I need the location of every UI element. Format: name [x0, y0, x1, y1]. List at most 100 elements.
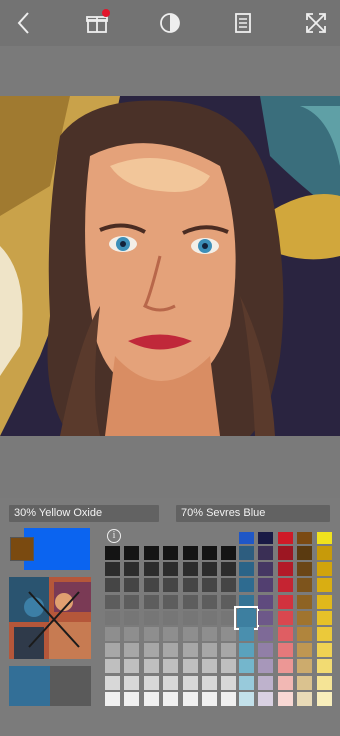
hue-swatch[interactable] [258, 562, 274, 577]
hue-swatch[interactable] [297, 546, 313, 560]
hue-swatch[interactable] [239, 675, 254, 690]
grayscale-swatch[interactable] [124, 643, 140, 658]
hue-swatch[interactable] [297, 627, 313, 641]
grayscale-swatch[interactable] [124, 659, 140, 674]
mix-swatches[interactable] [9, 528, 91, 570]
grayscale-swatch[interactable] [143, 594, 159, 609]
grayscale-swatch[interactable] [202, 562, 217, 577]
hue-swatch[interactable] [258, 659, 274, 674]
contrast-button[interactable] [154, 7, 186, 39]
hue-swatch[interactable] [297, 610, 313, 625]
grayscale-swatch[interactable] [182, 594, 198, 609]
grayscale-swatch[interactable] [182, 643, 198, 658]
hue-swatch[interactable] [277, 578, 293, 593]
grayscale-swatch[interactable] [163, 659, 179, 674]
grayscale-swatch[interactable] [105, 610, 120, 625]
grayscale-swatch[interactable] [124, 578, 140, 593]
grayscale-swatch[interactable] [202, 691, 217, 706]
grayscale-swatch[interactable] [163, 546, 179, 560]
hue-swatch[interactable] [277, 659, 293, 674]
hue-swatch[interactable] [258, 691, 274, 706]
hue-header-swatch[interactable] [316, 532, 332, 544]
grayscale-swatch[interactable] [105, 562, 120, 577]
grayscale-swatch[interactable] [124, 675, 140, 690]
grayscale-swatch[interactable] [143, 659, 159, 674]
hue-swatch[interactable] [239, 578, 254, 593]
selected-swatch[interactable] [234, 605, 259, 630]
grayscale-swatch[interactable] [182, 675, 198, 690]
grayscale-swatch[interactable] [163, 627, 179, 641]
hue-swatch[interactable] [239, 562, 254, 577]
grayscale-swatch[interactable] [124, 627, 140, 641]
hue-swatch[interactable] [277, 594, 293, 609]
grayscale-swatch[interactable] [105, 578, 120, 593]
grayscale-swatch[interactable] [202, 610, 217, 625]
hue-header-swatch[interactable] [277, 532, 293, 544]
grayscale-swatch[interactable] [202, 627, 217, 641]
grayscale-swatch[interactable] [163, 578, 179, 593]
grayscale-swatch[interactable] [221, 594, 237, 609]
hue-swatch[interactable] [239, 627, 254, 641]
grayscale-swatch[interactable] [124, 546, 140, 560]
hue-swatch[interactable] [277, 643, 293, 658]
hue-swatch[interactable] [297, 659, 313, 674]
grayscale-swatch[interactable] [105, 546, 120, 560]
grayscale-swatch[interactable] [105, 594, 120, 609]
grayscale-swatch[interactable] [105, 627, 120, 641]
grayscale-swatch[interactable] [163, 691, 179, 706]
grayscale-swatch[interactable] [163, 643, 179, 658]
grayscale-swatch[interactable] [163, 562, 179, 577]
hue-swatch[interactable] [297, 594, 313, 609]
hue-swatch[interactable] [277, 562, 293, 577]
grayscale-swatch[interactable] [221, 578, 237, 593]
hue-swatch[interactable] [258, 578, 274, 593]
hue-swatch[interactable] [239, 659, 254, 674]
grayscale-swatch[interactable] [124, 610, 140, 625]
grayscale-swatch[interactable] [182, 659, 198, 674]
grayscale-swatch[interactable] [221, 659, 237, 674]
grayscale-swatch[interactable] [182, 627, 198, 641]
hue-swatch[interactable] [258, 675, 274, 690]
grayscale-swatch[interactable] [143, 578, 159, 593]
grayscale-swatch[interactable] [143, 546, 159, 560]
grayscale-swatch[interactable] [163, 675, 179, 690]
grayscale-swatch[interactable] [221, 562, 237, 577]
grayscale-swatch[interactable] [182, 691, 198, 706]
grayscale-swatch[interactable] [221, 643, 237, 658]
grayscale-swatch[interactable] [221, 546, 237, 560]
gift-button[interactable] [81, 7, 113, 39]
grayscale-swatch[interactable] [124, 691, 140, 706]
grayscale-swatch[interactable] [202, 675, 217, 690]
expand-button[interactable] [300, 7, 332, 39]
hue-swatch[interactable] [258, 594, 274, 609]
grayscale-swatch[interactable] [143, 562, 159, 577]
grayscale-swatch[interactable] [105, 659, 120, 674]
grayscale-swatch[interactable] [124, 594, 140, 609]
grayscale-swatch[interactable] [182, 578, 198, 593]
hue-swatch[interactable] [239, 546, 254, 560]
book-button[interactable] [227, 7, 259, 39]
hue-swatch[interactable] [316, 675, 332, 690]
hue-swatch[interactable] [239, 594, 254, 609]
back-button[interactable] [8, 7, 40, 39]
grayscale-swatch[interactable] [105, 691, 120, 706]
hue-swatch[interactable] [297, 578, 313, 593]
grayscale-swatch[interactable] [202, 659, 217, 674]
hue-header-swatch[interactable] [239, 532, 254, 544]
hue-swatch[interactable] [258, 610, 274, 625]
grayscale-swatch[interactable] [202, 594, 217, 609]
hue-swatch[interactable] [277, 675, 293, 690]
info-icon[interactable]: i [107, 529, 121, 543]
hue-swatch[interactable] [316, 691, 332, 706]
hue-swatch[interactable] [297, 562, 313, 577]
hue-swatch[interactable] [277, 691, 293, 706]
grayscale-swatch[interactable] [124, 562, 140, 577]
hue-swatch[interactable] [297, 675, 313, 690]
grayscale-swatch[interactable] [202, 643, 217, 658]
grayscale-swatch[interactable] [182, 546, 198, 560]
swatch-color-b[interactable] [10, 537, 34, 561]
hue-swatch[interactable] [277, 610, 293, 625]
grayscale-swatch[interactable] [221, 691, 237, 706]
grayscale-swatch[interactable] [105, 643, 120, 658]
grayscale-swatch[interactable] [221, 610, 237, 625]
